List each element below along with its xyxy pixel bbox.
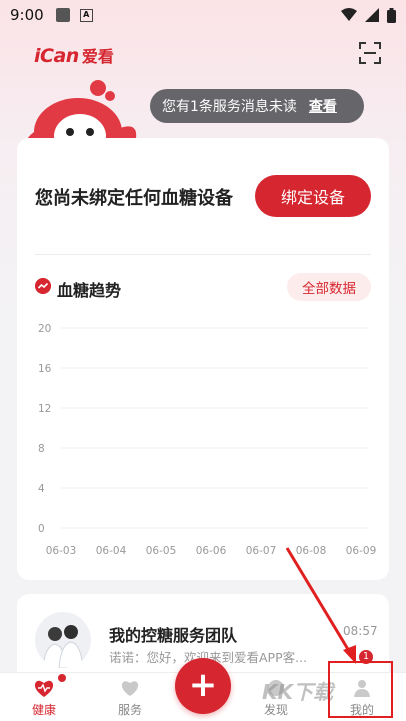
status-bar: 9:00 A [0,0,406,30]
x-tick-label: 06-08 [296,545,327,557]
health-unread-dot [58,674,66,682]
y-tick-label: 16 [38,363,52,375]
scan-icon[interactable] [359,42,381,64]
y-tick-label: 12 [38,403,51,415]
trend-title: 血糖趋势 [57,281,122,300]
y-tick-label: 0 [38,523,45,535]
tab-health[interactable]: 健康 [14,677,74,721]
logo-cn: 爱看 [81,47,114,66]
tab-health-label: 健康 [31,703,56,717]
notification-icon [55,8,70,22]
app-logo: iCan 爱看 [34,43,114,67]
team-time: 08:57 [343,624,378,638]
signal-icon [365,8,379,22]
mine-badge: 1 [359,650,373,664]
y-tick-label: 20 [38,323,51,335]
divider [35,254,371,255]
notice-text: 您有1条服务消息未读 [162,99,297,115]
health-icon [34,680,54,697]
battery-icon [387,7,396,23]
x-tick-label: 06-09 [346,545,377,557]
y-tick-label: 4 [38,483,45,495]
all-data-button[interactable]: 全部数据 [287,273,371,301]
x-tick-label: 06-07 [246,545,277,557]
bind-device-button[interactable]: 绑定设备 [255,175,371,217]
tab-service[interactable]: 服务 [100,677,160,721]
x-tick-label: 06-04 [96,545,127,557]
team-name: 我的控糖服务团队 [109,626,238,645]
profile-icon [354,680,370,697]
add-record-button[interactable]: + [175,658,231,714]
logo-en: iCan [34,45,79,67]
team-avatar [35,612,91,668]
service-notice[interactable]: 您有1条服务消息未读 查看 [150,89,364,123]
tab-mine-label: 我的 [349,703,374,717]
trend-icon [35,278,51,294]
tab-mine[interactable]: 我的 [332,677,392,721]
x-tick-label: 06-03 [46,545,77,557]
y-tick-label: 8 [38,443,45,455]
service-icon [121,681,139,696]
glucose-chart: 0 4 8 12 16 20 06-03 06-04 06-05 06-06 06-07 06-08 0… [38,323,377,557]
wifi-icon [341,8,357,21]
view-notice-link[interactable]: 查看 [309,96,337,116]
x-tick-label: 06-05 [146,545,177,557]
no-device-text: 您尚未绑定任何血糖设备 [35,188,233,209]
watermark: KK下载 [262,680,333,704]
glucose-card: 您尚未绑定任何血糖设备 绑定设备 血糖趋势 全部数据 0 4 8 12 16 20 06-0… [17,138,389,580]
a-icon: A [79,8,93,22]
tab-service-label: 服务 [117,703,142,717]
x-tick-label: 06-06 [196,545,227,557]
status-time: 9:00 [10,6,44,24]
